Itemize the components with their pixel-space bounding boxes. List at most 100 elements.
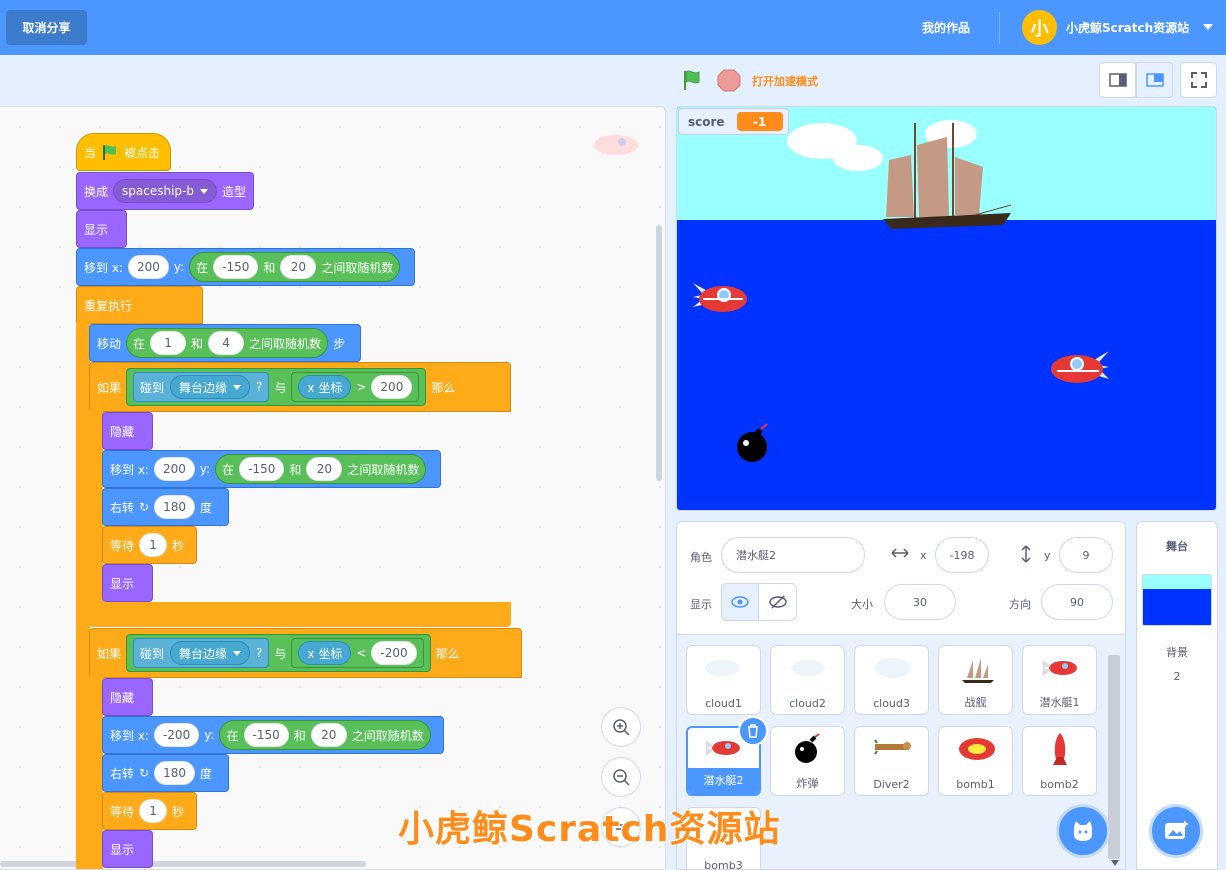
hide-block[interactable]: 隐藏 xyxy=(102,678,153,716)
and-block[interactable]: 碰到 舞台边缘 ? 与 x 坐标 > 200 xyxy=(126,368,427,406)
show-block[interactable]: 显示 xyxy=(76,210,127,248)
seconds-input[interactable]: 1 xyxy=(139,799,168,823)
op-label: 在 xyxy=(133,336,146,351)
zoom-in-button[interactable] xyxy=(601,707,641,747)
rotate-cw-icon: ↻ xyxy=(139,500,150,514)
choose-backdrop-button[interactable] xyxy=(1149,804,1203,858)
sprite-tile-label: Diver2 xyxy=(873,778,910,791)
delete-sprite-button[interactable] xyxy=(738,716,768,746)
pick-random-block[interactable]: 在 -150 和 20 之间取随机数 xyxy=(219,720,431,750)
stage-thumbnail[interactable] xyxy=(1142,574,1212,626)
sprite-tile-cloud1[interactable]: cloud1 xyxy=(686,645,761,715)
to-input[interactable]: 4 xyxy=(208,331,245,355)
turbo-mode-toggle[interactable]: 打开加速模式 xyxy=(752,73,818,89)
switch-costume-block[interactable]: 换成 spaceship-b 造型 xyxy=(76,172,254,210)
sprite-tile-bomb2[interactable]: bomb2 xyxy=(1022,726,1097,796)
x-position-reporter[interactable]: x 坐标 xyxy=(298,375,352,399)
chevron-down-icon[interactable] xyxy=(1203,24,1213,30)
scroll-down-arrow-icon[interactable] xyxy=(1111,860,1119,866)
x-input[interactable]: 200 xyxy=(127,255,169,279)
code-horizontal-scrollbar[interactable] xyxy=(0,861,366,867)
normal-stage-button[interactable] xyxy=(1136,62,1173,98)
compare-input[interactable]: 200 xyxy=(371,375,413,399)
hide-block[interactable]: 隐藏 xyxy=(102,412,153,450)
avatar[interactable]: 小 xyxy=(1022,10,1057,45)
compare-input[interactable]: -200 xyxy=(371,641,417,665)
pick-random-block[interactable]: 在 -150 和 20 之间取随机数 xyxy=(189,252,401,282)
x-position-input[interactable]: -198 xyxy=(935,537,989,573)
username-menu[interactable]: 小虎鲸Scratch资源站 xyxy=(1066,19,1189,36)
sprite-tile-bomb[interactable]: 炸弹 xyxy=(770,726,845,796)
degrees-input[interactable]: 180 xyxy=(154,495,195,519)
pick-random-block[interactable]: 在 -150 和 20 之间取随机数 xyxy=(215,454,427,484)
sprite-tile-label: 潜水艇2 xyxy=(688,768,759,794)
block-label: 秒 xyxy=(172,804,185,819)
from-input[interactable]: 1 xyxy=(150,331,187,355)
sprite-tile-bomb1[interactable]: bomb1 xyxy=(938,726,1013,796)
from-input[interactable]: -150 xyxy=(239,457,285,481)
small-stage-button[interactable] xyxy=(1099,62,1136,98)
target-value: 舞台边缘 xyxy=(179,380,228,395)
show-block[interactable]: 显示 xyxy=(102,564,153,602)
seconds-input[interactable]: 1 xyxy=(139,533,168,557)
and-block[interactable]: 碰到 舞台边缘 ? 与 x 坐标 < -200 xyxy=(126,634,431,672)
to-input[interactable]: 20 xyxy=(280,255,317,279)
to-input[interactable]: 20 xyxy=(310,723,347,747)
sprite-tile-cloud2[interactable]: cloud2 xyxy=(770,645,845,715)
touching-block[interactable]: 碰到 舞台边缘 ? xyxy=(133,638,270,668)
when-flag-clicked-block[interactable]: 当 被点击 xyxy=(76,133,171,171)
show-block[interactable]: 显示 xyxy=(102,830,153,868)
block-label: 换成 xyxy=(84,184,109,199)
code-area[interactable]: 当 被点击 换成 spaceship-b 造型 显示 移到 x: 200 y: … xyxy=(0,106,666,870)
wait-block[interactable]: 等待 1 秒 xyxy=(102,526,197,564)
x-input[interactable]: -200 xyxy=(153,723,200,747)
cat-plus-icon xyxy=(1074,821,1092,841)
wait-block[interactable]: 等待 1 秒 xyxy=(102,792,197,830)
size-input[interactable]: 30 xyxy=(884,584,956,620)
less-than-block[interactable]: x 坐标 < -200 xyxy=(291,638,424,668)
submarine-sprite xyxy=(693,283,747,312)
touching-target-dropdown[interactable]: 舞台边缘 xyxy=(170,641,251,665)
from-input[interactable]: -150 xyxy=(213,255,259,279)
to-input[interactable]: 20 xyxy=(306,457,343,481)
if-then-block[interactable]: 如果 碰到 舞台边缘 ? 与 x 坐标 > 200 那么 xyxy=(89,362,511,412)
turn-right-block[interactable]: 右转 ↻ 180 度 xyxy=(102,488,229,526)
cancel-share-button[interactable]: 取消分享 xyxy=(6,10,87,45)
cloud-thumbnail-icon xyxy=(791,660,825,676)
go-to-xy-block[interactable]: 移到 x: -200 y: 在 -150 和 20 之间取随机数 xyxy=(102,716,444,754)
sprite-name-input[interactable]: 潜水艇2 xyxy=(721,537,865,573)
sprite-tile-label: 战舰 xyxy=(964,696,987,709)
go-to-xy-block[interactable]: 移到 x: 200 y: 在 -150 和 20 之间取随机数 xyxy=(76,248,415,286)
direction-input[interactable]: 90 xyxy=(1041,584,1113,620)
my-works-link[interactable]: 我的作品 xyxy=(922,19,970,36)
zoom-out-button[interactable] xyxy=(601,757,641,797)
pick-random-block[interactable]: 在 1 和 4 之间取随机数 xyxy=(126,328,329,358)
touching-target-dropdown[interactable]: 舞台边缘 xyxy=(170,375,251,399)
greater-than-block[interactable]: x 坐标 > 200 xyxy=(291,372,420,402)
sprite-tile-submarine1[interactable]: 潜水艇1 xyxy=(1022,645,1097,715)
op-label: 在 xyxy=(222,462,235,477)
stage-canvas[interactable]: score -1 xyxy=(676,106,1217,511)
turn-right-block[interactable]: 右转 ↻ 180 度 xyxy=(102,754,229,792)
sprite-tile-cloud3[interactable]: cloud3 xyxy=(854,645,929,715)
fullscreen-button[interactable] xyxy=(1180,62,1217,98)
move-steps-block[interactable]: 移动 在 1 和 4 之间取随机数 步 xyxy=(89,324,361,362)
degrees-input[interactable]: 180 xyxy=(154,761,195,785)
y-position-input[interactable]: 9 xyxy=(1059,537,1113,573)
if-then-block[interactable]: 如果 碰到 舞台边缘 ? 与 x 坐标 < -200 那么 xyxy=(89,628,522,678)
forever-block[interactable]: 重复执行 xyxy=(76,286,203,324)
go-to-xy-block[interactable]: 移到 x: 200 y: 在 -150 和 20 之间取随机数 xyxy=(102,450,441,488)
green-flag-button[interactable] xyxy=(680,68,706,92)
x-input[interactable]: 200 xyxy=(153,457,195,481)
costume-dropdown[interactable]: spaceship-b xyxy=(113,179,217,203)
sprite-tile-diver2[interactable]: Diver2 xyxy=(854,726,929,796)
sprite-tile-warship[interactable]: 战舰 xyxy=(938,645,1013,715)
from-input[interactable]: -150 xyxy=(243,723,289,747)
show-sprite-toggle[interactable] xyxy=(721,583,759,621)
choose-sprite-button[interactable] xyxy=(1056,804,1110,858)
touching-block[interactable]: 碰到 舞台边缘 ? xyxy=(133,372,270,402)
hide-sprite-toggle[interactable] xyxy=(759,583,797,621)
stop-button[interactable] xyxy=(716,68,742,92)
x-position-reporter[interactable]: x 坐标 xyxy=(298,641,352,665)
code-vertical-scrollbar[interactable] xyxy=(656,225,662,481)
